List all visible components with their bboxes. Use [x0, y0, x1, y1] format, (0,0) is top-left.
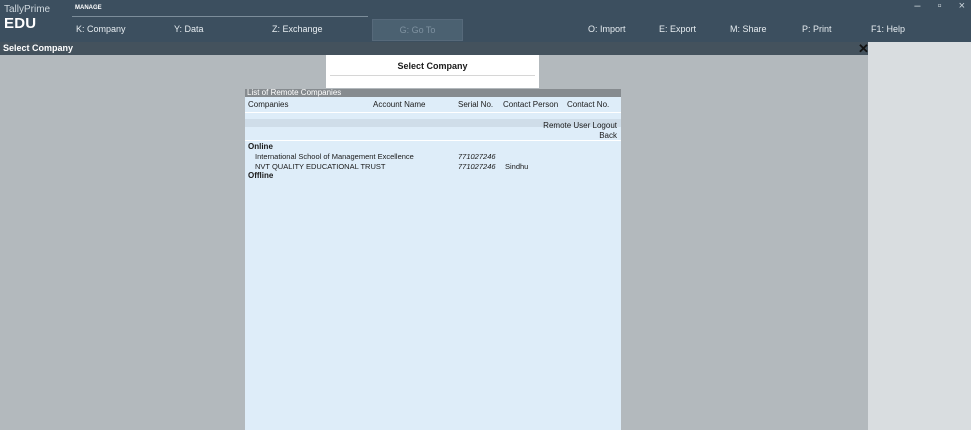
product-name: TallyPrime [4, 4, 51, 15]
select-company-popup: Select Company [326, 55, 539, 88]
list-header-bar: List of Remote Companies [245, 88, 621, 97]
edition-label: EDU [4, 15, 37, 32]
menu-help[interactable]: F1: Help [871, 24, 905, 34]
manage-label: MANAGE [75, 5, 102, 11]
window-controls: – ▫ × [900, 0, 965, 12]
menu-print[interactable]: P: Print [802, 24, 832, 34]
list-item[interactable]: NVT QUALITY EDUCATIONAL TRUST 771027246 … [245, 162, 621, 171]
remote-user-logout-option[interactable]: Remote User Logout [543, 121, 617, 130]
menu-exchange[interactable]: Z: Exchange [272, 24, 323, 34]
column-companies: Companies [248, 100, 289, 109]
button-panel [868, 55, 971, 430]
minimize-icon[interactable]: – [914, 0, 920, 12]
menu-company[interactable]: K: Company [76, 24, 126, 34]
serial-number: 771027246 [458, 152, 496, 161]
section-divider [245, 140, 621, 141]
list-header-title: List of Remote Companies [247, 88, 342, 97]
restore-icon[interactable]: ▫ [938, 0, 942, 12]
company-name: International School of Management Excel… [255, 152, 414, 161]
menu-goto[interactable]: G: Go To [372, 19, 463, 41]
menu-export[interactable]: E: Export [659, 24, 696, 34]
manage-divider [72, 16, 368, 17]
menu-import[interactable]: O: Import [588, 24, 626, 34]
offline-section-label: Offline [248, 171, 274, 180]
online-section-label: Online [248, 142, 273, 151]
menu-share[interactable]: M: Share [730, 24, 767, 34]
remote-companies-list: List of Remote Companies Companies Accou… [245, 88, 621, 430]
column-serial-no: Serial No. [458, 100, 494, 109]
select-company-title: Select Company [397, 61, 468, 71]
top-bar: TallyPrime EDU MANAGE K: Company Y: Data… [0, 0, 971, 42]
close-window-icon[interactable]: × [959, 0, 965, 12]
screen-title-bar: Select Company [0, 42, 868, 55]
select-company-input[interactable] [330, 75, 535, 76]
menu-data[interactable]: Y: Data [174, 24, 204, 34]
column-divider [245, 112, 621, 113]
serial-number: 771027246 [458, 162, 496, 171]
column-account-name: Account Name [373, 100, 426, 109]
contact-person: Sindhu [505, 162, 529, 171]
column-contact-no: Contact No. [567, 100, 610, 109]
company-name: NVT QUALITY EDUCATIONAL TRUST [255, 162, 386, 171]
column-contact-person: Contact Person [503, 100, 559, 109]
screen-title: Select Company [3, 43, 74, 53]
list-item[interactable]: International School of Management Excel… [245, 152, 621, 161]
right-panel-header [868, 42, 971, 55]
back-option[interactable]: Back [599, 131, 617, 140]
